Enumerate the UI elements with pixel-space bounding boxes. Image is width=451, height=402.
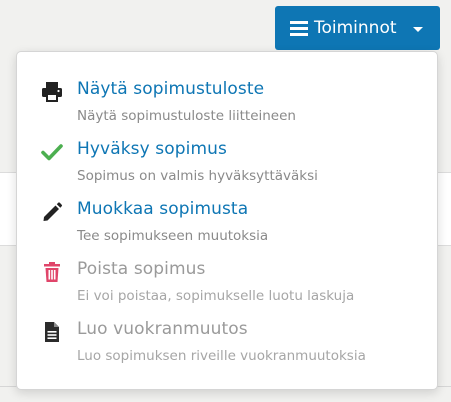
menu-item-title: Poista sopimus [77,259,206,279]
actions-dropdown-button[interactable]: Toiminnot [275,6,440,50]
menu-item-description: Luo sopimuksen riveille vuokranmuutoksia [77,348,366,364]
menu-item-approve-contract[interactable]: Hyväksy sopimus Sopimus on valmis hyväks… [17,112,437,184]
pencil-icon [41,201,63,223]
document-icon [41,321,63,343]
menu-item-show-contract-printout[interactable]: Näytä sopimustuloste Näytä sopimustulost… [17,52,437,124]
check-icon [41,141,63,163]
print-icon [41,81,63,103]
menu-item-delete-contract: Poista sopimus Ei voi poistaa, sopimukse… [17,232,437,304]
menu-item-title: Näytä sopimustuloste [77,79,265,99]
menu-item-title: Hyväksy sopimus [77,139,227,159]
menu-item-title: Luo vuokranmuutos [77,319,248,339]
menu-item-title: Muokkaa sopimusta [77,199,249,219]
menu-item-create-rent-change: Luo vuokranmuutos Luo sopimuksen riveill… [17,292,437,364]
hamburger-icon [290,20,308,36]
trash-icon [41,261,63,283]
caret-down-icon [412,26,423,32]
actions-button-label: Toiminnot [314,18,397,38]
actions-dropdown-menu: Näytä sopimustuloste Näytä sopimustulost… [16,51,438,390]
menu-item-edit-contract[interactable]: Muokkaa sopimusta Tee sopimukseen muutok… [17,172,437,244]
